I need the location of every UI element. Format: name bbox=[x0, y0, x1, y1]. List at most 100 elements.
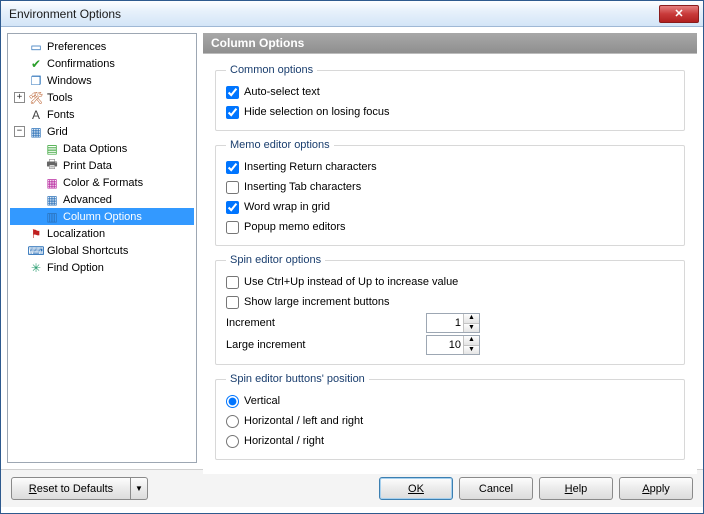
checkbox[interactable] bbox=[226, 296, 239, 309]
group-spin-position: Spin editor buttons' position Vertical H… bbox=[215, 373, 685, 460]
radio[interactable] bbox=[226, 435, 239, 448]
tree-item-data-options[interactable]: ▤ Data Options bbox=[10, 140, 194, 157]
group-legend: Memo editor options bbox=[226, 139, 334, 151]
tree-item-column-options[interactable]: ▥ Column Options bbox=[10, 208, 194, 225]
expander-expanded-icon[interactable]: − bbox=[14, 126, 25, 137]
tree-item-confirmations[interactable]: ✔ Confirmations bbox=[10, 55, 194, 72]
tree-item-global-shortcuts[interactable]: ⌨ Global Shortcuts bbox=[10, 242, 194, 259]
tree-label: Color & Formats bbox=[63, 177, 143, 189]
check-label: Hide selection on losing focus bbox=[244, 106, 390, 118]
checkbox[interactable] bbox=[226, 161, 239, 174]
cancel-button[interactable]: Cancel bbox=[459, 477, 533, 500]
check-insert-return[interactable]: Inserting Return characters bbox=[226, 157, 674, 177]
tree-item-fonts[interactable]: A Fonts bbox=[10, 106, 194, 123]
preferences-icon: ▭ bbox=[28, 39, 44, 55]
tree-item-preferences[interactable]: ▭ Preferences bbox=[10, 38, 194, 55]
tree-item-windows[interactable]: ❐ Windows bbox=[10, 72, 194, 89]
apply-button[interactable]: ApplyApply bbox=[619, 477, 693, 500]
check-hide-selection[interactable]: Hide selection on losing focus bbox=[226, 102, 674, 122]
group-spin-editor: Spin editor options Use Ctrl+Up instead … bbox=[215, 254, 685, 365]
tree-label: Fonts bbox=[47, 109, 75, 121]
tree-label: Localization bbox=[47, 228, 105, 240]
tree-label: Find Option bbox=[47, 262, 104, 274]
check-popup-memo[interactable]: Popup memo editors bbox=[226, 217, 674, 237]
check-auto-select-text[interactable]: Auto-select text bbox=[226, 82, 674, 102]
check-label: Use Ctrl+Up instead of Up to increase va… bbox=[244, 276, 458, 288]
tree-item-advanced[interactable]: ▦ Advanced bbox=[10, 191, 194, 208]
help-button[interactable]: HelpHelp bbox=[539, 477, 613, 500]
expander-none bbox=[14, 245, 25, 256]
check-label: Inserting Tab characters bbox=[244, 181, 361, 193]
checkbox[interactable] bbox=[226, 201, 239, 214]
radio[interactable] bbox=[226, 395, 239, 408]
close-button[interactable]: ✕ bbox=[659, 5, 699, 23]
settings-panel: Column Options Common options Auto-selec… bbox=[203, 33, 697, 463]
tree-item-localization[interactable]: ⚑ Localization bbox=[10, 225, 194, 242]
checkbox[interactable] bbox=[226, 276, 239, 289]
increment-input[interactable] bbox=[427, 314, 463, 332]
tree-label: Windows bbox=[47, 75, 92, 87]
expander-collapsed-icon[interactable]: + bbox=[14, 92, 25, 103]
increment-spinner[interactable]: ▲ ▼ bbox=[426, 313, 480, 333]
radio-label: Horizontal / left and right bbox=[244, 415, 363, 427]
expander-none bbox=[14, 109, 25, 120]
reset-to-defaults-button[interactable]: RReset to Defaultseset to Defaults bbox=[11, 477, 131, 500]
tree-item-print-data[interactable]: 🖶 Print Data bbox=[10, 157, 194, 174]
tree-item-find-option[interactable]: ✳ Find Option bbox=[10, 259, 194, 276]
radio-label: Vertical bbox=[244, 395, 280, 407]
radio-horizontal-right[interactable]: Horizontal / right bbox=[226, 431, 674, 451]
expander-none bbox=[14, 262, 25, 273]
content-area: ▭ Preferences ✔ Confirmations ❐ Windows … bbox=[1, 27, 703, 469]
radio[interactable] bbox=[226, 415, 239, 428]
window-title: Environment Options bbox=[9, 7, 659, 21]
tree-label: Data Options bbox=[63, 143, 127, 155]
checkbox[interactable] bbox=[226, 86, 239, 99]
check-label: Inserting Return characters bbox=[244, 161, 377, 173]
reset-to-defaults-splitbutton[interactable]: RReset to Defaultseset to Defaults ▼ bbox=[11, 477, 148, 500]
check-large-buttons[interactable]: Show large increment buttons bbox=[226, 292, 674, 312]
tree-item-color-formats[interactable]: ▦ Color & Formats bbox=[10, 174, 194, 191]
row-increment: Increment ▲ ▼ bbox=[226, 312, 674, 334]
field-label: Increment bbox=[226, 317, 426, 329]
print-icon: 🖶 bbox=[44, 158, 60, 174]
spin-down-icon[interactable]: ▼ bbox=[464, 346, 479, 355]
checkbox[interactable] bbox=[226, 106, 239, 119]
field-label: Large increment bbox=[226, 339, 426, 351]
spin-up-icon[interactable]: ▲ bbox=[464, 336, 479, 346]
check-label: Show large increment buttons bbox=[244, 296, 390, 308]
tree-item-grid[interactable]: − ▦ Grid bbox=[10, 123, 194, 140]
tree-label: Column Options bbox=[63, 211, 142, 223]
large-increment-input[interactable] bbox=[427, 336, 463, 354]
checkbox[interactable] bbox=[226, 221, 239, 234]
tree-label: Global Shortcuts bbox=[47, 245, 128, 257]
confirmations-icon: ✔ bbox=[28, 56, 44, 72]
spin-up-icon[interactable]: ▲ bbox=[464, 314, 479, 324]
tree-label: Tools bbox=[47, 92, 73, 104]
group-legend: Spin editor buttons' position bbox=[226, 373, 369, 385]
group-legend: Common options bbox=[226, 64, 317, 76]
expander-none bbox=[14, 58, 25, 69]
row-large-increment: Large increment ▲ ▼ bbox=[226, 334, 674, 356]
group-common-options: Common options Auto-select text Hide sel… bbox=[215, 64, 685, 131]
expander-none bbox=[14, 75, 25, 86]
large-increment-spinner[interactable]: ▲ ▼ bbox=[426, 335, 480, 355]
group-memo-editor: Memo editor options Inserting Return cha… bbox=[215, 139, 685, 246]
tree-item-tools[interactable]: + 🛠 Tools bbox=[10, 89, 194, 106]
group-legend: Spin editor options bbox=[226, 254, 325, 266]
expander-none bbox=[14, 228, 25, 239]
titlebar: Environment Options ✕ bbox=[1, 1, 703, 27]
ok-button[interactable]: OK bbox=[379, 477, 453, 500]
reset-dropdown-icon[interactable]: ▼ bbox=[131, 477, 148, 500]
panel-title: Column Options bbox=[203, 33, 697, 53]
check-ctrl-up[interactable]: Use Ctrl+Up instead of Up to increase va… bbox=[226, 272, 674, 292]
check-word-wrap[interactable]: Word wrap in grid bbox=[226, 197, 674, 217]
radio-vertical[interactable]: Vertical bbox=[226, 391, 674, 411]
spin-down-icon[interactable]: ▼ bbox=[464, 324, 479, 333]
checkbox[interactable] bbox=[226, 181, 239, 194]
nav-tree[interactable]: ▭ Preferences ✔ Confirmations ❐ Windows … bbox=[7, 33, 197, 463]
check-label: Auto-select text bbox=[244, 86, 320, 98]
check-insert-tab[interactable]: Inserting Tab characters bbox=[226, 177, 674, 197]
check-label: Popup memo editors bbox=[244, 221, 346, 233]
radio-horizontal-left-right[interactable]: Horizontal / left and right bbox=[226, 411, 674, 431]
grid-icon: ▦ bbox=[28, 124, 44, 140]
